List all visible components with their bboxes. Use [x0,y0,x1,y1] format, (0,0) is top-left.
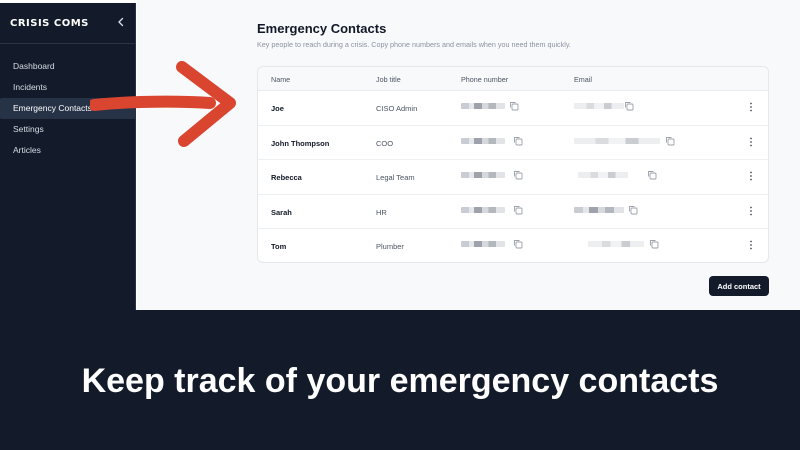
column-header-name[interactable]: Name [271,75,290,84]
contact-name: John Thompson [271,138,330,148]
table-row: Rebecca Legal Team [258,160,768,195]
redacted-phone [461,172,505,178]
sidebar-divider [0,43,136,44]
contact-name: Sarah [271,207,292,217]
kebab-menu-icon[interactable] [748,170,754,182]
copy-icon[interactable] [649,239,659,249]
copy-icon[interactable] [624,101,634,111]
sidebar: CRISIS COMS Dashboard Incidents Emergenc… [0,3,136,310]
redacted-phone [461,137,505,144]
copy-icon[interactable] [665,136,675,146]
copy-icon[interactable] [513,205,523,215]
copy-icon[interactable] [647,170,657,180]
main-content: Emergency Contacts Key people to reach d… [137,0,800,310]
copy-icon[interactable] [513,136,523,146]
contact-name: Tom [271,242,287,251]
redacted-email [574,206,624,213]
contact-job-title: HR [376,207,387,217]
table-header: Name Job title Phone number Email [258,67,768,91]
kebab-menu-icon[interactable] [748,101,754,113]
table-row: Sarah HR [258,195,768,229]
kebab-menu-icon[interactable] [748,205,754,217]
arrow-annotation [90,61,236,147]
contact-name: Rebecca [271,173,302,182]
redacted-phone [461,206,505,213]
copy-icon[interactable] [513,170,523,180]
contact-job-title: Plumber [376,242,404,251]
redacted-phone [461,103,505,109]
page-title: Emergency Contacts [257,21,387,36]
redacted-email [574,103,624,109]
contact-job-title: COO [376,138,394,148]
table-row: Joe CISO Admin [258,91,768,126]
copy-icon[interactable] [509,101,519,111]
column-header-phone[interactable]: Phone number [461,75,508,84]
contact-job-title: Legal Team [376,173,415,182]
caption-banner: Keep track of your emergency contacts [0,310,800,450]
contacts-table: Name Job title Phone number Email Joe CI… [257,66,769,263]
caption-text: Keep track of your emergency contacts [81,362,719,400]
brand-logo: CRISIS COMS [10,18,89,29]
page-subtitle: Key people to reach during a crisis. Cop… [257,40,571,49]
column-header-email[interactable]: Email [574,75,592,84]
redacted-phone [461,241,505,247]
column-header-job-title[interactable]: Job title [376,75,401,84]
add-contact-button[interactable]: Add contact [709,276,769,296]
redacted-email [588,241,644,247]
contact-job-title: CISO Admin [376,104,418,113]
kebab-menu-icon[interactable] [748,136,754,148]
table-row: John Thompson COO [258,126,768,160]
kebab-menu-icon[interactable] [748,239,754,251]
chevron-left-icon[interactable] [114,15,128,29]
redacted-email [574,137,660,144]
redacted-email [578,172,628,178]
copy-icon[interactable] [513,239,523,249]
contact-name: Joe [271,104,284,113]
copy-icon[interactable] [628,205,638,215]
table-row: Tom Plumber [258,229,768,262]
app-screenshot: CRISIS COMS Dashboard Incidents Emergenc… [0,0,800,310]
